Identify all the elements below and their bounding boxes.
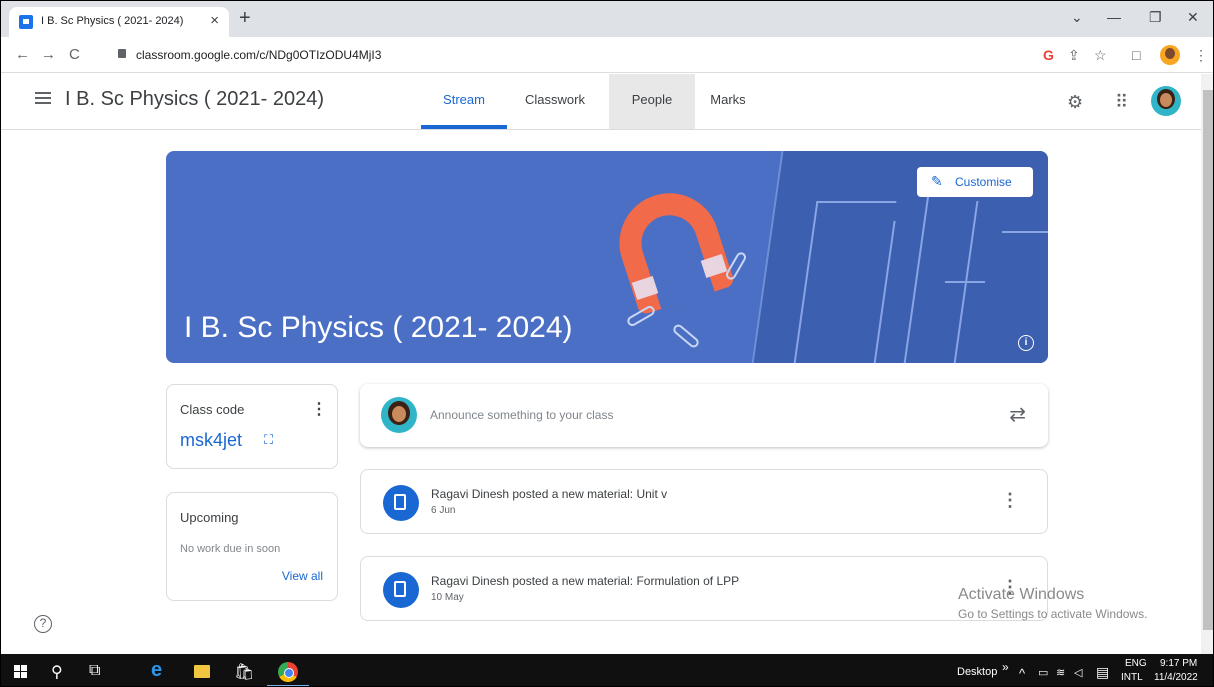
share-icon[interactable]: ⇪: [1068, 47, 1080, 64]
activate-windows-title: Activate Windows: [958, 586, 1085, 603]
url-text: classroom.google.com/c/NDg0OTIzODU4MjI3: [136, 48, 382, 62]
tab-close-icon[interactable]: ×: [210, 12, 219, 29]
repost-icon[interactable]: ⇄: [1009, 402, 1026, 427]
account-avatar[interactable]: [1151, 86, 1181, 116]
post-title[interactable]: Ragavi Dinesh posted a new material: Uni…: [431, 487, 667, 501]
class-banner: I B. Sc Physics ( 2021- 2024) ✎ Customis…: [166, 151, 1048, 363]
expand-code-icon[interactable]: ⛶: [264, 432, 273, 448]
post-date: 6 Jun: [431, 505, 456, 516]
post-date: 10 May: [431, 592, 464, 603]
post-title[interactable]: Ragavi Dinesh posted a new material: For…: [431, 574, 739, 588]
restore-button[interactable]: ❐: [1149, 9, 1162, 26]
stream-post[interactable]: Ragavi Dinesh posted a new material: For…: [360, 556, 1048, 621]
tab-stream[interactable]: Stream: [421, 74, 507, 129]
scrollbar-thumb[interactable]: [1203, 90, 1213, 630]
hamburger-menu-icon[interactable]: [35, 92, 51, 104]
banner-class-title: I B. Sc Physics ( 2021- 2024): [184, 311, 573, 344]
windows-taskbar: ⚲ ⧉ e 🛍 Desktop » ^ ▭ ≋ ◁ ▤ ENG INTL 9:1…: [1, 654, 1213, 686]
notification-icon[interactable]: ▤: [1096, 664, 1109, 681]
minimize-button[interactable]: —: [1107, 9, 1121, 25]
magnet-illustration: [606, 180, 736, 316]
address-bar-row: ← → C classroom.google.com/c/NDg0OTIzODU…: [1, 37, 1213, 73]
class-code-value[interactable]: msk4jet: [180, 430, 242, 451]
chrome-icon[interactable]: [278, 662, 298, 682]
language-top[interactable]: ENG: [1125, 658, 1147, 669]
search-icon[interactable]: ⚲: [51, 662, 63, 682]
class-code-more-icon[interactable]: ⋮: [311, 399, 327, 419]
info-icon[interactable]: i: [1018, 335, 1034, 351]
omnibox[interactable]: classroom.google.com/c/NDg0OTIzODU4MjI3: [106, 43, 1026, 67]
windows-start-icon[interactable]: [14, 665, 27, 678]
announce-box[interactable]: Announce something to your class ⇄: [360, 384, 1048, 447]
desktop-toolbar-label[interactable]: Desktop: [957, 666, 997, 678]
classroom-favicon-icon: [19, 15, 33, 29]
browser-tab-strip: I B. Sc Physics ( 2021- 2024) × + ⌄ — ❐ …: [1, 1, 1213, 37]
side-panel-icon[interactable]: □: [1132, 47, 1140, 63]
apps-grid-icon[interactable]: ⠿: [1115, 92, 1128, 113]
page-scrollbar[interactable]: [1201, 74, 1213, 654]
pencil-icon: ✎: [931, 173, 943, 189]
paperclip-icon: [671, 322, 701, 350]
store-icon[interactable]: 🛍: [234, 662, 254, 682]
announce-placeholder[interactable]: Announce something to your class: [430, 408, 613, 422]
file-explorer-icon[interactable]: [194, 665, 210, 678]
tab-people[interactable]: People: [609, 74, 695, 129]
stream-post[interactable]: Ragavi Dinesh posted a new material: Uni…: [360, 469, 1048, 534]
upcoming-card: Upcoming No work due in soon View all: [166, 492, 338, 601]
settings-gear-icon[interactable]: ⚙: [1067, 92, 1083, 113]
material-book-icon: [383, 572, 419, 608]
language-bottom[interactable]: INTL: [1121, 672, 1143, 683]
bookmark-star-icon[interactable]: ☆: [1094, 47, 1107, 64]
profile-avatar-icon[interactable]: [1160, 45, 1180, 65]
customise-button[interactable]: ✎ Customise: [917, 167, 1033, 197]
clock-date[interactable]: 11/4/2022: [1154, 672, 1198, 683]
upcoming-empty-text: No work due in soon: [180, 543, 281, 555]
tab-search-icon[interactable]: ⌄: [1071, 9, 1083, 26]
material-book-icon: [383, 485, 419, 521]
post-more-icon[interactable]: ⋮: [1001, 490, 1019, 511]
tab-marks[interactable]: Marks: [698, 74, 758, 129]
toolbar-chevron-icon[interactable]: »: [1002, 660, 1009, 674]
task-view-icon[interactable]: ⧉: [89, 662, 100, 680]
upcoming-title: Upcoming: [180, 510, 239, 525]
volume-icon[interactable]: ◁: [1074, 666, 1082, 679]
help-icon[interactable]: ?: [34, 615, 52, 633]
view-all-link[interactable]: View all: [282, 569, 323, 583]
classroom-header: I B. Sc Physics ( 2021- 2024) Stream Cla…: [1, 74, 1201, 130]
battery-icon[interactable]: ▭: [1038, 666, 1048, 679]
forward-button[interactable]: →: [41, 46, 56, 63]
google-lens-icon[interactable]: G: [1043, 47, 1054, 63]
new-tab-button[interactable]: +: [239, 7, 251, 30]
screen: I B. Sc Physics ( 2021- 2024) × + ⌄ — ❐ …: [0, 0, 1214, 687]
activate-windows-subtitle: Go to Settings to activate Windows.: [958, 607, 1148, 621]
browser-menu-icon[interactable]: ⋮: [1194, 47, 1208, 64]
tab-classwork[interactable]: Classwork: [512, 74, 598, 129]
clock-time[interactable]: 9:17 PM: [1160, 658, 1197, 669]
customise-label: Customise: [955, 175, 1012, 189]
wifi-icon[interactable]: ≋: [1056, 666, 1065, 679]
class-code-card: Class code ⋮ msk4jet ⛶: [166, 384, 338, 469]
class-title[interactable]: I B. Sc Physics ( 2021- 2024): [65, 88, 324, 111]
tray-overflow-icon[interactable]: ^: [1019, 666, 1025, 681]
class-code-label: Class code: [180, 402, 245, 417]
reload-button[interactable]: C: [69, 46, 80, 63]
close-window-button[interactable]: ✕: [1187, 9, 1199, 26]
browser-tab[interactable]: I B. Sc Physics ( 2021- 2024) ×: [9, 7, 229, 37]
lock-icon: [118, 49, 126, 58]
back-button[interactable]: ←: [15, 46, 30, 63]
edge-icon[interactable]: e: [151, 659, 162, 682]
browser-tab-title: I B. Sc Physics ( 2021- 2024): [41, 15, 184, 27]
announcer-avatar: [381, 397, 417, 433]
